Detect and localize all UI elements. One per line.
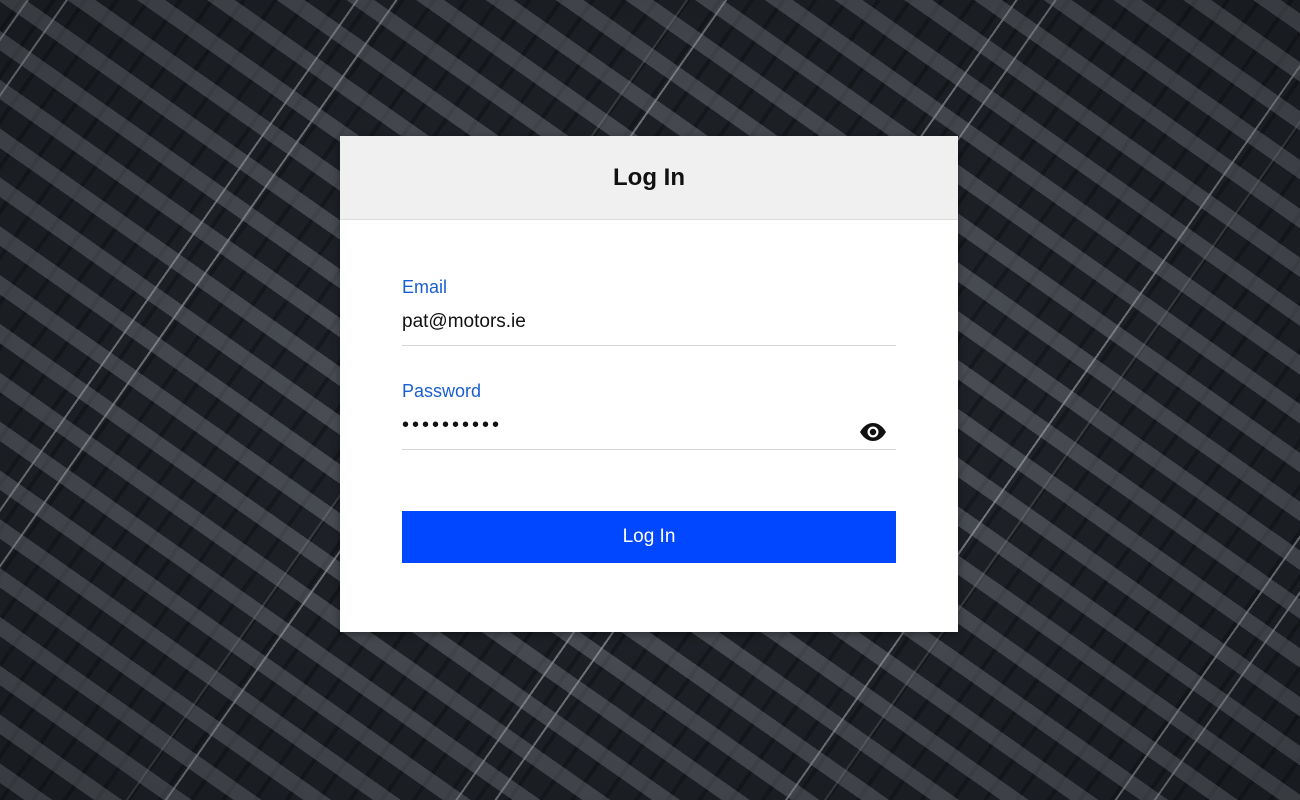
login-form: Email Password •••••••••• Log In [340,220,958,563]
login-card: Log In Email Password •••••••••• Log In [340,136,958,632]
password-label: Password [402,381,482,401]
page-title: Log In [613,163,685,191]
card-header: Log In [340,136,958,220]
email-label: Email [402,277,448,297]
login-button[interactable]: Log In [402,511,896,563]
password-field: Password •••••••••• [402,380,896,450]
email-field: Email [402,276,896,346]
eye-icon[interactable] [859,422,887,442]
password-input[interactable]: •••••••••• [402,414,822,438]
email-input[interactable] [402,310,896,334]
